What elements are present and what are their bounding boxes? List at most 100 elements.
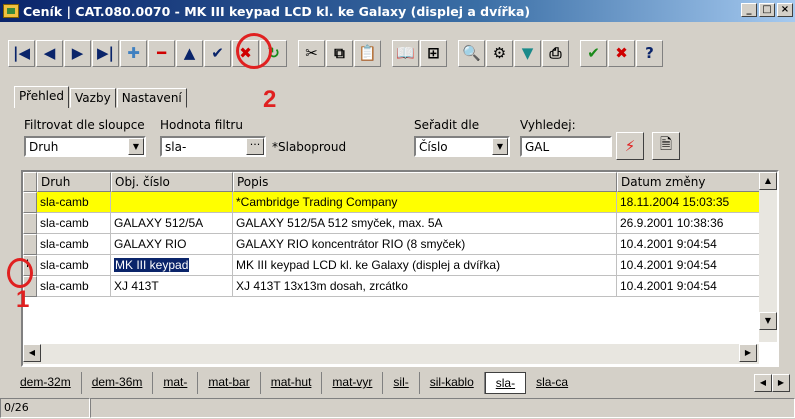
last-record-icon[interactable]: ▶| — [92, 39, 119, 67]
post-check-icon[interactable]: ✔ — [204, 39, 231, 67]
bottom-tab[interactable]: dem-36m — [82, 372, 154, 394]
previous-record-icon[interactable]: ◀ — [36, 39, 63, 67]
help-icon[interactable]: ? — [636, 39, 663, 67]
sort-select[interactable]: Číslo ▼ — [414, 136, 510, 157]
cell-popis[interactable]: GALAXY 512/5A 512 smyček, max. 5A — [233, 213, 617, 234]
cut-icon[interactable]: ✂ — [298, 39, 325, 67]
row-indicator[interactable] — [23, 192, 37, 213]
bottom-tab[interactable]: sla-ca — [526, 372, 578, 394]
annotation-marker-2: 2 — [263, 86, 277, 113]
cell-obj-cislo[interactable]: XJ 413T — [111, 276, 233, 297]
document-search-icon[interactable]: 🗎 — [652, 132, 680, 160]
bottom-tab[interactable]: sil-kablo — [420, 372, 485, 394]
tab-strip: Přehled Vazby Nastavení — [14, 86, 188, 108]
annotation-circle-2 — [236, 33, 272, 69]
print-icon[interactable]: ⎙ — [542, 39, 569, 67]
cell-druh[interactable]: sla-camb — [37, 255, 111, 276]
column-header-datum-zmeny[interactable]: Datum změny — [617, 172, 761, 192]
tab-scroll-left-icon[interactable]: ◀ — [754, 374, 772, 392]
tab-scroll-right-icon[interactable]: ▶ — [772, 374, 790, 392]
bottom-tab[interactable]: dem-32m — [10, 372, 82, 394]
lightning-icon[interactable]: ⚡ — [616, 132, 644, 160]
cell-druh[interactable]: sla-camb — [37, 234, 111, 255]
table-row[interactable]: sla-camb GALAXY 512/5A GALAXY 512/5A 512… — [23, 213, 761, 234]
filter-column-select[interactable]: Druh ▼ — [24, 136, 146, 157]
filter-value-description: *Slaboproud — [272, 140, 347, 154]
maximize-button[interactable]: □ — [759, 3, 775, 17]
cell-datum[interactable]: 18.11.2004 15:03:35 — [617, 192, 761, 213]
close-button[interactable]: × — [777, 3, 793, 17]
cell-druh[interactable]: sla-camb — [37, 213, 111, 234]
filter-value-field[interactable]: sla- ··· — [160, 136, 266, 157]
minimize-button[interactable]: _ — [741, 3, 757, 17]
edit-record-icon[interactable]: ▲ — [176, 39, 203, 67]
toolbar: |◀ ◀ ▶ ▶| ✚ ━ ▲ ✔ ✖ ↻ ✂ ⧉ 📋 📖 ⊞ 🔍 ⚙ ▼ ⎙ … — [8, 36, 664, 70]
scroll-right-icon[interactable]: ▶ — [739, 344, 757, 362]
tab-nastaveni[interactable]: Nastavení — [116, 88, 187, 108]
search-label: Vyhledej: — [520, 118, 576, 132]
bottom-tab[interactable]: mat- — [153, 372, 199, 394]
copy-icon[interactable]: ⧉ — [326, 39, 353, 67]
row-indicator[interactable] — [23, 234, 37, 255]
tree-icon[interactable]: ⊞ — [420, 39, 447, 67]
search-icon[interactable]: 🔍 — [458, 39, 485, 67]
bottom-tab[interactable]: mat-bar — [198, 372, 261, 394]
filter-icon[interactable]: ▼ — [514, 39, 541, 67]
book-icon[interactable]: 📖 — [392, 39, 419, 67]
sort-value: Číslo — [419, 140, 448, 154]
tab-prehled[interactable]: Přehled — [14, 86, 70, 108]
tab-vazby[interactable]: Vazby — [70, 88, 116, 108]
paste-icon[interactable]: 📋 — [354, 39, 381, 67]
confirm-icon[interactable]: ✔ — [580, 39, 607, 67]
bottom-tab-strip: dem-32m dem-36m mat- mat-bar mat-hut mat… — [10, 371, 792, 395]
cell-datum[interactable]: 10.4.2001 9:04:54 — [617, 234, 761, 255]
cell-popis[interactable]: *Cambridge Trading Company — [233, 192, 617, 213]
first-record-icon[interactable]: |◀ — [8, 39, 35, 67]
column-header-popis[interactable]: Popis — [233, 172, 617, 192]
indicator-header — [23, 172, 37, 192]
annotation-marker-1: 1 — [16, 286, 30, 313]
cell-datum[interactable]: 10.4.2001 9:04:54 — [617, 276, 761, 297]
table-row[interactable]: sla-camb *Cambridge Trading Company 18.1… — [23, 192, 761, 213]
status-message — [90, 398, 795, 418]
scroll-up-icon[interactable]: ▲ — [759, 172, 777, 190]
add-record-icon[interactable]: ✚ — [120, 39, 147, 67]
table-row[interactable]: sla-camb XJ 413T XJ 413T 13x13m dosah, z… — [23, 276, 761, 297]
cell-obj-cislo[interactable] — [111, 192, 233, 213]
annotation-circle-1 — [7, 258, 33, 288]
cell-obj-cislo[interactable]: GALAXY RIO — [111, 234, 233, 255]
search-input[interactable]: GAL — [520, 136, 612, 157]
cell-druh[interactable]: sla-camb — [37, 276, 111, 297]
scroll-left-icon[interactable]: ◀ — [23, 344, 41, 362]
cell-druh[interactable]: sla-camb — [37, 192, 111, 213]
horizontal-scrollbar[interactable]: ◀ ▶ — [23, 344, 759, 364]
bottom-tab[interactable]: mat-vyr — [322, 372, 384, 394]
column-header-obj-cislo[interactable]: Obj. číslo — [111, 172, 233, 192]
column-header-druh[interactable]: Druh — [37, 172, 111, 192]
bottom-tab[interactable]: mat-hut — [261, 372, 323, 394]
cell-datum[interactable]: 10.4.2001 9:04:54 — [617, 255, 761, 276]
cell-obj-cislo[interactable]: GALAXY 512/5A — [111, 213, 233, 234]
cell-popis[interactable]: GALAXY RIO koncentrátor RIO (8 smyček) — [233, 234, 617, 255]
bottom-tab[interactable]: sil- — [383, 372, 420, 394]
selected-text[interactable]: MK III keypad — [114, 258, 190, 272]
table-row[interactable]: sla-camb GALAXY RIO GALAXY RIO koncentrá… — [23, 234, 761, 255]
cell-popis[interactable]: MK III keypad LCD kl. ke Galaxy (displej… — [233, 255, 617, 276]
cell-popis[interactable]: XJ 413T 13x13m dosah, zrcátko — [233, 276, 617, 297]
scroll-down-icon[interactable]: ▼ — [759, 312, 777, 330]
chevron-down-icon[interactable]: ▼ — [492, 138, 508, 155]
row-indicator[interactable] — [23, 213, 37, 234]
main-window: Ceník | CAT.080.0070 - MK III keypad LCD… — [0, 0, 795, 419]
next-record-icon[interactable]: ▶ — [64, 39, 91, 67]
table-row-current[interactable]: I sla-camb MK III keypad MK III keypad L… — [23, 255, 761, 276]
gear-icon[interactable]: ⚙ — [486, 39, 513, 67]
ellipsis-button[interactable]: ··· — [246, 138, 264, 155]
cell-obj-cislo-editing[interactable]: MK III keypad — [111, 255, 233, 276]
vertical-scrollbar[interactable]: ▲ ▼ — [759, 172, 777, 342]
reject-icon[interactable]: ✖ — [608, 39, 635, 67]
cell-datum[interactable]: 26.9.2001 10:38:36 — [617, 213, 761, 234]
bottom-tab-active[interactable]: sla- — [484, 372, 527, 394]
chevron-down-icon[interactable]: ▼ — [128, 138, 144, 155]
delete-record-icon[interactable]: ━ — [148, 39, 175, 67]
filter-value-text: sla- — [165, 140, 187, 154]
